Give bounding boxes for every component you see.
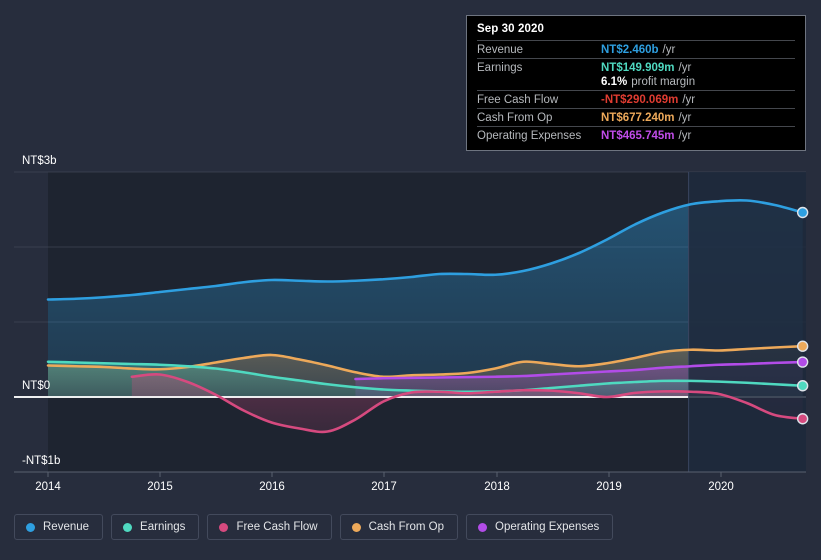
tooltip-row-operating-expenses: Operating Expenses NT$465.745m /yr [477,126,795,144]
legend-label-earnings: Earnings [140,521,186,533]
x-tick-label-2019: 2019 [596,481,622,493]
tooltip-value-profit-margin: 6.1% [601,76,628,88]
tooltip-value-cash-from-op: NT$677.240m [601,112,675,124]
tooltip-label-cash-from-op: Cash From Op [477,112,553,124]
x-tick-label-2014: 2014 [35,481,61,493]
legend-label-cash-from-op: Cash From Op [368,521,445,533]
y-tick-label-0: NT$3b [22,155,57,167]
legend-dot-free-cash-flow [219,522,229,532]
x-tick-label-2015: 2015 [147,481,173,493]
tooltip-value-revenue: NT$2.460b [601,44,659,56]
tooltip-row-free-cash-flow: Free Cash Flow -NT$290.069m /yr [477,90,795,108]
tooltip-label-operating-expenses: Operating Expenses [477,130,582,142]
x-tick-label-2020: 2020 [708,481,734,493]
tooltip-value-free-cash-flow: -NT$290.069m [601,94,679,106]
tooltip-label-revenue: Revenue [477,44,524,56]
legend-dot-earnings [123,522,133,532]
tooltip-unit-cash-from-op: /yr [678,112,692,124]
legend-item-cash-from-op[interactable]: Cash From Op [339,514,459,540]
tooltip-date: Sep 30 2020 [477,23,544,35]
legend-dot-operating-expenses [478,522,488,532]
tooltip-unit-operating-expenses: /yr [678,130,692,142]
tooltip-row-revenue: Revenue NT$2.460b /yr [477,40,795,58]
x-tick-label-2017: 2017 [371,481,397,493]
tooltip-value-earnings: NT$149.909m [601,62,675,74]
legend-item-operating-expenses[interactable]: Operating Expenses [466,514,614,540]
legend-dot-cash-from-op [351,522,361,532]
x-tick-label-2016: 2016 [259,481,285,493]
chart-legend: Revenue Earnings Free Cash Flow Cash Fro… [14,514,614,540]
y-tick-label-1: NT$0 [22,380,51,392]
legend-item-revenue[interactable]: Revenue [14,514,104,540]
tooltip-unit-revenue: /yr [662,44,676,56]
financial-chart: NT$3b NT$0 -NT$1b 2014 2015 2016 2017 20… [0,0,821,560]
x-tick-label-2018: 2018 [484,481,510,493]
tooltip-label-free-cash-flow: Free Cash Flow [477,94,559,106]
legend-label-revenue: Revenue [43,521,90,533]
legend-label-operating-expenses: Operating Expenses [495,521,600,533]
tooltip-unit-earnings: /yr [678,62,692,74]
data-tooltip: Sep 30 2020 Revenue NT$2.460b /yr Earnin… [466,15,806,151]
legend-dot-revenue [26,522,35,532]
tooltip-unit-free-cash-flow: /yr [682,94,696,106]
y-tick-label-2: -NT$1b [22,455,61,467]
tooltip-label-earnings: Earnings [477,62,523,74]
tooltip-row-cash-from-op: Cash From Op NT$677.240m /yr [477,108,795,126]
legend-item-free-cash-flow[interactable]: Free Cash Flow [207,514,332,540]
tooltip-value-operating-expenses: NT$465.745m [601,130,675,142]
legend-label-free-cash-flow: Free Cash Flow [236,521,318,533]
tooltip-row-profit-margin: 6.1% profit margin [477,76,795,90]
forecast-divider [688,172,806,472]
tooltip-unit-profit-margin: profit margin [631,76,696,88]
legend-item-earnings[interactable]: Earnings [111,514,200,540]
tooltip-row-earnings: Earnings NT$149.909m /yr [477,58,795,76]
